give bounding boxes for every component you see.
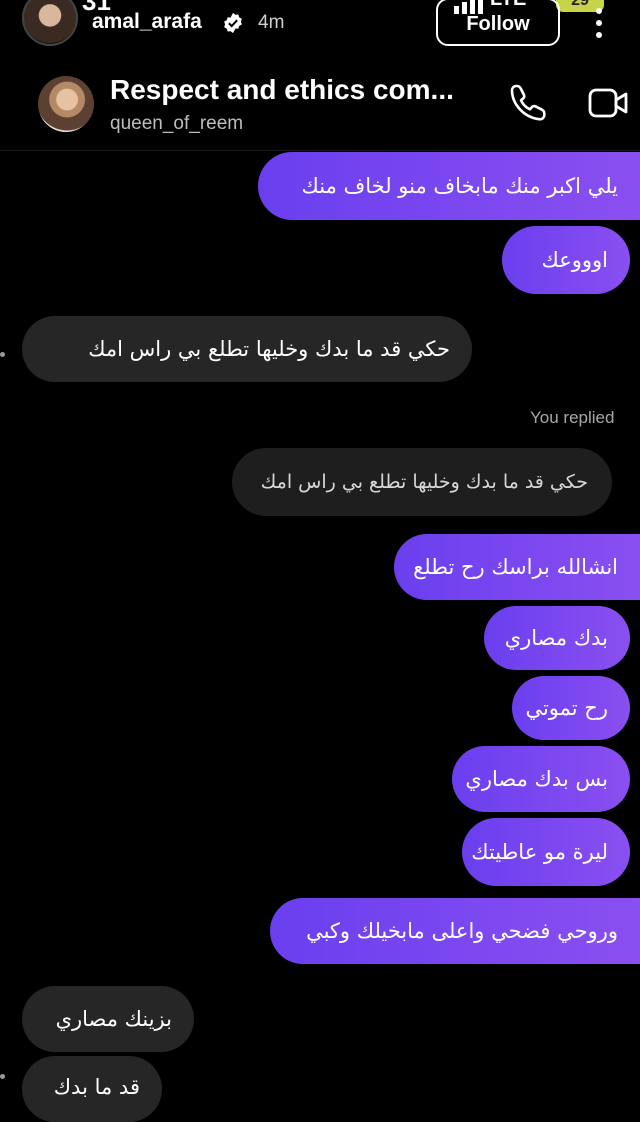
- message-sent[interactable]: بس بدك مصاري: [452, 746, 630, 812]
- message-sent[interactable]: يلي اكبر منك مابخاف منو لخاف منك: [258, 152, 640, 220]
- reply-quote[interactable]: حكي قد ما بدك وخليها تطلع بي راس امك: [232, 448, 612, 516]
- message-received[interactable]: قد ما بدك: [22, 1056, 162, 1122]
- message-sent[interactable]: رح تموتي: [512, 676, 630, 740]
- follow-button[interactable]: Follow: [436, 0, 560, 46]
- chat-avatar[interactable]: [38, 76, 94, 132]
- header-divider: [0, 150, 640, 151]
- message-sent[interactable]: ليرة مو عاطيتك: [462, 818, 630, 886]
- video-camera-icon[interactable]: [588, 86, 630, 120]
- message-sent[interactable]: وروحي فضحي واعلى مابخيلك وكبي: [270, 898, 640, 964]
- you-replied-label: You replied: [530, 408, 615, 427]
- message-sent[interactable]: بدك مصاري: [484, 606, 630, 670]
- story-username[interactable]: amal_arafa: [92, 10, 202, 34]
- message-sent[interactable]: انشالله براسك رح تطلع: [394, 534, 640, 600]
- message-received[interactable]: حكي قد ما بدك وخليها تطلع بي راس امك: [22, 316, 472, 382]
- story-avatar[interactable]: [22, 0, 78, 46]
- seen-indicator: [0, 1074, 5, 1079]
- message-sent[interactable]: اوووعك: [502, 226, 630, 294]
- chat-title[interactable]: Respect and ethics com...: [110, 74, 454, 106]
- story-time: 4m: [258, 12, 285, 33]
- phone-icon[interactable]: [508, 82, 548, 122]
- chat-username: queen_of_reem: [110, 113, 244, 134]
- seen-indicator: [0, 352, 5, 357]
- more-icon[interactable]: [592, 6, 606, 40]
- verified-icon: [224, 12, 242, 34]
- message-received[interactable]: بزينك مصاري: [22, 986, 194, 1052]
